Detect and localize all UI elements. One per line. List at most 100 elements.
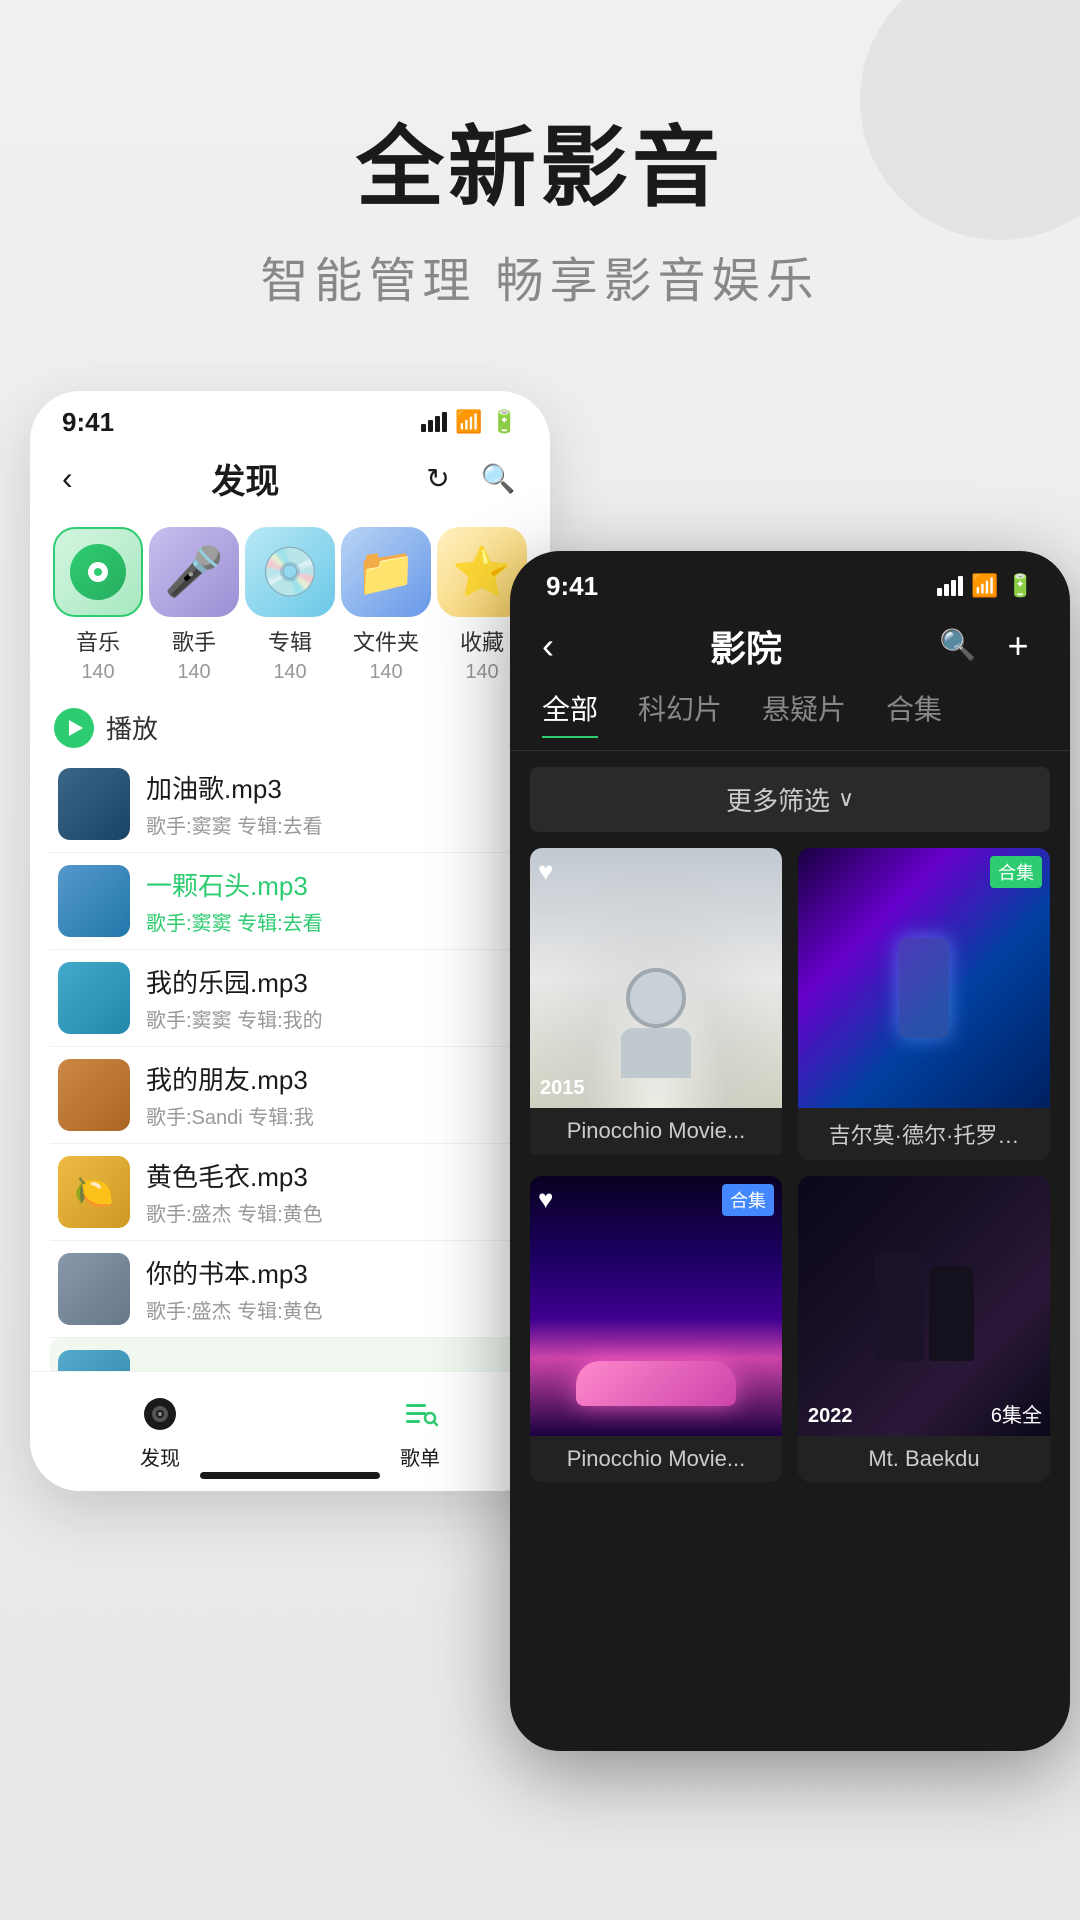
astronaut-helmet (626, 968, 686, 1028)
movie-thumb-2: 合集 (798, 848, 1050, 1108)
song-name-4: 我的朋友.mp3 (146, 1060, 522, 1097)
category-row: 音乐 140 🎤 歌手 140 💿 专辑 140 (30, 511, 550, 700)
screenshots-container: 9:41 📶 🔋 ‹ 发现 ↻ 🔍 (0, 371, 1080, 1771)
tab-discover-label: 发现 (140, 1442, 180, 1471)
more-filter-text: 更多筛选 (726, 781, 830, 818)
neon-figure (899, 938, 949, 1038)
song-name-5: 黄色毛衣.mp3 (146, 1157, 522, 1194)
filter-tab-scifi[interactable]: 科幻片 (638, 688, 722, 738)
movie-year-4: 2022 (808, 1405, 853, 1428)
song-thumb-6 (58, 1253, 130, 1325)
song-meta-6: 歌手:盛杰 专辑:黄色 (146, 1295, 522, 1324)
wifi-icon: 📶 (455, 409, 482, 435)
hero-title: 全新影音 (0, 120, 1080, 217)
category-singer[interactable]: 🎤 歌手 140 (149, 527, 239, 684)
folder-icon-wrap: 📁 (341, 527, 431, 617)
category-music[interactable]: 音乐 140 (53, 527, 143, 684)
song-item[interactable]: 我的乐园.mp3 歌手:窦窦 专辑:我的 (50, 950, 530, 1047)
right-status-icons: 📶 🔋 (937, 573, 1034, 599)
movie-episodes-4: 6集全 (991, 1399, 1042, 1428)
chevron-down-icon: ∨ (838, 786, 854, 812)
song-item[interactable]: 你的书本.mp3 歌手:盛杰 专辑:黄色 (50, 1241, 530, 1338)
music-icon-dot (94, 568, 102, 576)
tab-bar: 发现 歌单 (30, 1371, 550, 1491)
category-music-label: 音乐 (76, 625, 120, 657)
right-nav-title: 影院 (710, 620, 782, 672)
astronaut-figure (621, 968, 691, 1078)
filter-tab-mystery[interactable]: 悬疑片 (762, 688, 846, 738)
song-thumb-2 (58, 865, 130, 937)
song-meta-4: 歌手:Sandi 专辑:我 (146, 1101, 522, 1130)
song-name-6: 你的书本.mp3 (146, 1254, 522, 1291)
album-icon-wrap: 💿 (245, 527, 335, 617)
left-back-button[interactable]: ‹ (62, 460, 73, 497)
song-thumb-1 (58, 768, 130, 840)
movie-card-2[interactable]: 合集 吉尔莫·德尔·托罗… (798, 848, 1050, 1160)
song-item[interactable]: 🍋 黄色毛衣.mp3 歌手:盛杰 专辑:黄色 (50, 1144, 530, 1241)
album-icon: 💿 (260, 543, 320, 600)
phone-left: 9:41 📶 🔋 ‹ 发现 ↻ 🔍 (30, 391, 550, 1491)
song-item[interactable]: 我的朋友.mp3 歌手:Sandi 专辑:我 (50, 1047, 530, 1144)
playlist-tab-icon (398, 1392, 442, 1436)
song-thumb-4 (58, 1059, 130, 1131)
movie-card-4[interactable]: 2022 6集全 Mt. Baekdu (798, 1176, 1050, 1482)
left-nav-bar: ‹ 发现 ↻ 🔍 (30, 446, 550, 511)
song-name-1: 加油歌.mp3 (146, 769, 522, 806)
movie-card-3[interactable]: 合集 ♥ Pinocchio Movie... (530, 1176, 782, 1482)
refresh-button[interactable]: ↻ (418, 458, 458, 498)
category-favorites-label: 收藏 (460, 625, 504, 657)
category-folder[interactable]: 📁 文件夹 140 (341, 527, 431, 684)
song-thumb-5: 🍋 (58, 1156, 130, 1228)
right-back-button[interactable]: ‹ (542, 625, 554, 667)
battery-icon: 🔋 (491, 409, 518, 435)
left-status-bar: 9:41 📶 🔋 (30, 391, 550, 446)
song-info-6: 你的书本.mp3 歌手:盛杰 专辑:黄色 (146, 1254, 522, 1324)
song-item[interactable]: 加油歌.mp3 歌手:窦窦 专辑:去看 (50, 756, 530, 853)
battery-icon-right: 🔋 (1007, 573, 1034, 599)
category-album[interactable]: 💿 专辑 140 (245, 527, 335, 684)
music-icon-wrap (53, 527, 143, 617)
category-singer-count: 140 (177, 661, 210, 684)
play-icon (54, 708, 94, 748)
right-search-button[interactable]: 🔍 (938, 626, 978, 666)
collection-badge-3: 合集 (722, 1184, 774, 1216)
category-favorites-count: 140 (465, 661, 498, 684)
play-triangle (69, 720, 83, 736)
song-info-1: 加油歌.mp3 歌手:窦窦 专辑:去看 (146, 769, 522, 839)
movie-heart-1: ♥ (538, 856, 553, 887)
filter-tab-all[interactable]: 全部 (542, 688, 598, 738)
song-info-2: 一颗石头.mp3 歌手:窦窦 专辑:去看 (146, 866, 522, 936)
discover-tab-icon (138, 1392, 182, 1436)
folder-icon: 📁 (356, 543, 416, 600)
movie-title-4: Mt. Baekdu (798, 1436, 1050, 1482)
song-name-3: 我的乐园.mp3 (146, 963, 522, 1000)
song-thumb-3 (58, 962, 130, 1034)
right-add-button[interactable]: + (998, 626, 1038, 666)
left-status-icons: 📶 🔋 (421, 409, 518, 435)
tab-playlist-label: 歌单 (400, 1442, 440, 1471)
search-button[interactable]: 🔍 (478, 458, 518, 498)
couple-silhouette (874, 1251, 974, 1361)
play-bar[interactable]: 播放 (30, 700, 550, 756)
filter-tabs: 全部 科幻片 悬疑片 合集 (510, 688, 1070, 751)
movie-thumb-4: 2022 6集全 (798, 1176, 1050, 1436)
right-status-bar: 9:41 📶 🔋 (510, 551, 1070, 612)
movie-grid: ♥ 2015 Pinocchio Movie... 合集 吉尔莫·德尔·托罗… (510, 848, 1070, 1482)
star-icon: ⭐ (452, 543, 512, 600)
right-time: 9:41 (546, 571, 598, 602)
collection-badge-2: 合集 (990, 856, 1042, 888)
left-nav-title: 发现 (211, 454, 279, 503)
singer-icon: 🎤 (164, 543, 224, 600)
category-album-label: 专辑 (268, 625, 312, 657)
category-album-count: 140 (273, 661, 306, 684)
movie-thumb-1: ♥ 2015 (530, 848, 782, 1108)
song-list: 加油歌.mp3 歌手:窦窦 专辑:去看 一颗石头.mp3 歌手:窦窦 专辑:去看… (30, 756, 550, 1435)
song-meta-2: 歌手:窦窦 专辑:去看 (146, 907, 522, 936)
song-item[interactable]: 一颗石头.mp3 歌手:窦窦 专辑:去看 (50, 853, 530, 950)
filter-tab-collection[interactable]: 合集 (886, 688, 942, 738)
music-icon-inner (88, 562, 108, 582)
more-filter-bar[interactable]: 更多筛选 ∨ (530, 767, 1050, 832)
song-meta-1: 歌手:窦窦 专辑:去看 (146, 810, 522, 839)
signal-icon-right (937, 576, 963, 596)
movie-card-1[interactable]: ♥ 2015 Pinocchio Movie... (530, 848, 782, 1160)
